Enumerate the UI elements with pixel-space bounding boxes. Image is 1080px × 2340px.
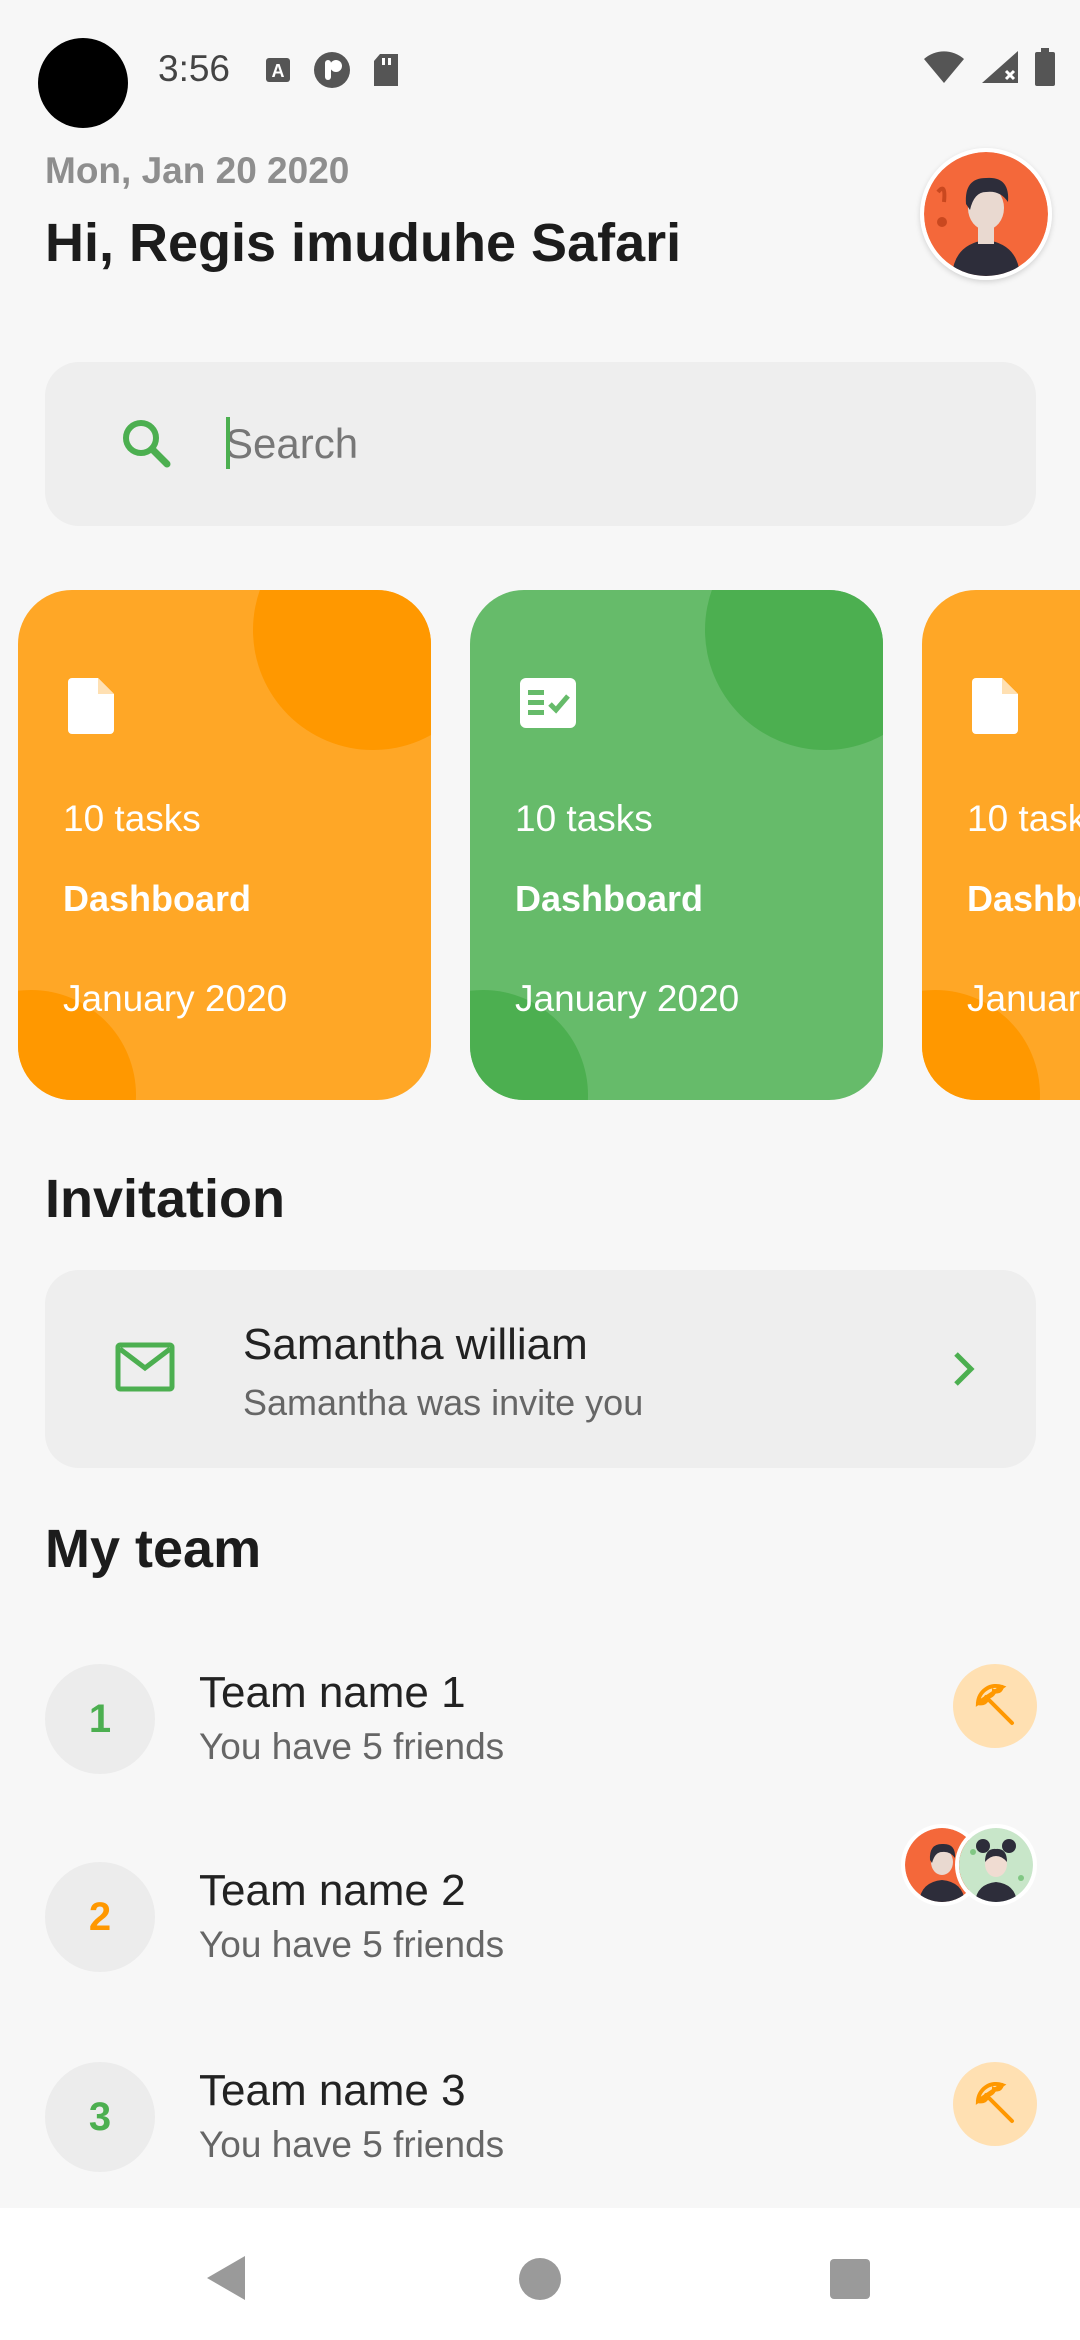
team-number-badge: 1: [45, 1664, 155, 1774]
card-task-count: 10 tasks: [63, 798, 201, 839]
umbrella-icon: [975, 1683, 1014, 1725]
card-title: Dashboard: [63, 878, 252, 919]
team-member-avatars[interactable]: [901, 1824, 1041, 1908]
chevron-right-icon[interactable]: [952, 1350, 976, 1388]
battery-icon: [1035, 48, 1055, 86]
invitation-name: Samantha william: [243, 1320, 588, 1369]
team-list-item[interactable]: 3 Team name 3 You have 5 friends: [45, 2062, 1045, 2182]
signal-icon: [982, 51, 1018, 83]
team-list-item[interactable]: 1 Team name 1 You have 5 friends: [45, 1664, 1045, 1784]
recent-apps-button[interactable]: [830, 2259, 870, 2299]
team-list-item[interactable]: 2 Team name 2 You have 5 friends: [45, 1824, 1045, 1982]
home-button[interactable]: [519, 2258, 561, 2300]
team-name: Team name 2: [199, 1866, 466, 1915]
team-number-badge: 3: [45, 2062, 155, 2172]
search-input[interactable]: [225, 407, 985, 481]
card-task-count: 10 tasks: [515, 798, 653, 839]
greeting-title: Hi, Regis imuduhe Safari: [45, 213, 682, 273]
umbrella-icon: [975, 2081, 1014, 2123]
card-title: Dashboard: [967, 878, 1080, 919]
card-task-count: 10 tasks: [967, 798, 1080, 839]
card-date: January 2020: [63, 978, 288, 1019]
project-card[interactable]: 10 tasks Dashboard January 2020: [18, 590, 431, 1100]
document-icon: [972, 678, 1018, 734]
current-date: Mon, Jan 20 2020: [45, 150, 350, 191]
camera-cutout: [38, 38, 128, 128]
member-avatar: [955, 1824, 1037, 1906]
team-subtitle: You have 5 friends: [199, 1924, 505, 1965]
status-notification-icons: A: [264, 50, 400, 90]
checklist-icon: [520, 678, 576, 728]
status-system-icons: [922, 48, 1056, 86]
card-date: January 2020: [515, 978, 740, 1019]
search-bar[interactable]: [45, 362, 1036, 526]
project-cards-carousel[interactable]: 10 tasks Dashboard January 2020 10 tasks…: [0, 590, 1080, 1102]
project-card[interactable]: 10 tasks Dashboard January 2020: [922, 590, 1080, 1100]
sd-card-icon: [374, 54, 398, 86]
svg-text:A: A: [272, 61, 285, 81]
mail-icon: [115, 1342, 175, 1392]
user-avatar[interactable]: [920, 148, 1052, 280]
search-icon: [123, 420, 171, 468]
status-bar: 3:56 A: [0, 0, 1080, 140]
document-icon: [68, 678, 114, 734]
card-date: January 2020: [967, 978, 1080, 1019]
team-subtitle: You have 5 friends: [199, 1726, 505, 1767]
invitation-section-title: Invitation: [45, 1169, 285, 1229]
invitation-subtitle: Samantha was invite you: [243, 1382, 644, 1423]
decor-circle: [705, 590, 883, 750]
team-number-badge: 2: [45, 1862, 155, 1972]
wifi-icon: [924, 51, 964, 83]
umbrella-badge[interactable]: [953, 1664, 1037, 1748]
decor-circle: [253, 590, 431, 750]
back-icon[interactable]: [205, 2254, 249, 2302]
team-subtitle: You have 5 friends: [199, 2124, 505, 2165]
card-title: Dashboard: [515, 878, 704, 919]
status-time: 3:56: [158, 48, 231, 89]
system-navigation-bar: [0, 2208, 1080, 2340]
a-box-icon: A: [266, 58, 290, 82]
team-section-title: My team: [45, 1519, 262, 1579]
invitation-item[interactable]: Samantha william Samantha was invite you: [45, 1270, 1036, 1468]
p-circle-icon: [314, 52, 350, 88]
umbrella-badge[interactable]: [953, 2062, 1037, 2146]
text-caret: [226, 417, 230, 469]
team-name: Team name 1: [199, 1668, 466, 1717]
project-card[interactable]: 10 tasks Dashboard January 2020: [470, 590, 883, 1100]
team-name: Team name 3: [199, 2066, 466, 2115]
